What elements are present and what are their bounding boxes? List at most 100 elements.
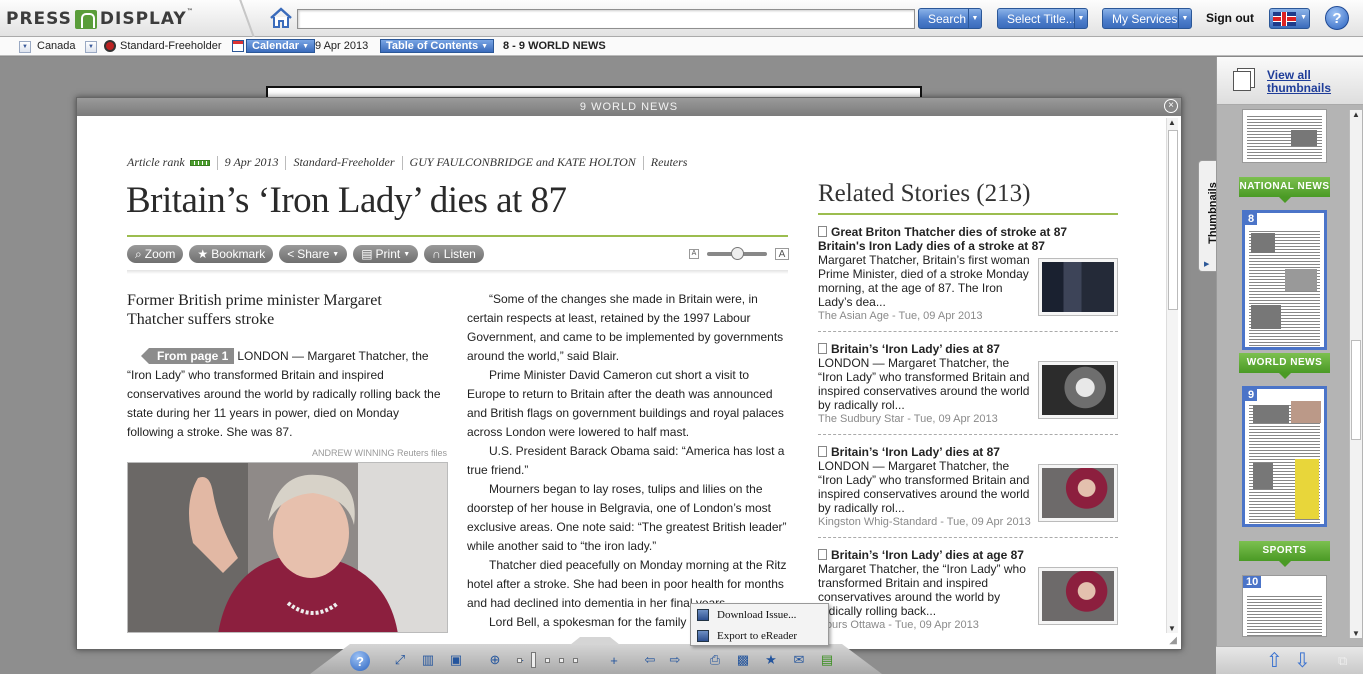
scroll-thumb[interactable]	[1168, 130, 1178, 310]
toolbar-divider	[232, 0, 262, 37]
my-services-button[interactable]: My Services ▼	[1102, 8, 1192, 29]
article-authors: GUY FAULCONBRIDGE and KATE HOLTON	[409, 155, 636, 169]
related-story-title[interactable]: Great Briton Thatcher dies of stroke at …	[818, 225, 1118, 239]
select-title-button[interactable]: Select Title... ▼	[997, 8, 1088, 29]
bookmark-button[interactable]: ★ Bookmark	[189, 245, 274, 263]
publication-dropdown-icon[interactable]: ▼	[85, 41, 97, 53]
resize-grip-icon[interactable]: ◢	[1169, 635, 1177, 646]
export-ereader-menu-item[interactable]: Export to eReader	[691, 625, 828, 646]
scroll-thumb[interactable]	[1351, 340, 1361, 440]
save-icon[interactable]: ▩	[733, 651, 753, 669]
thumbnail-scrollbar[interactable]: ▲ ▼	[1349, 110, 1362, 638]
chevron-down-icon[interactable]: ▼	[1074, 9, 1087, 28]
font-size-slider[interactable]	[707, 247, 767, 260]
related-story[interactable]: Great Briton Thatcher dies of stroke at …	[818, 225, 1118, 325]
article-photo[interactable]	[127, 462, 448, 633]
share-button[interactable]: < Share ▼	[279, 245, 348, 263]
article-date: 9 Apr 2013	[224, 155, 279, 169]
next-page-icon[interactable]: ⇨	[665, 651, 685, 669]
related-story-thumbnail[interactable]	[1038, 464, 1118, 522]
home-button[interactable]	[268, 5, 294, 31]
font-smaller-button[interactable]: A	[689, 249, 699, 259]
home-icon	[270, 7, 292, 28]
calendar-icon[interactable]	[232, 40, 244, 52]
logo-mark-icon	[74, 9, 97, 29]
country-dropdown-icon[interactable]: ▼	[19, 41, 31, 53]
scroll-up-icon[interactable]: ▲	[1168, 118, 1176, 127]
article-paragraph: Prime Minister David Cameron cut short a…	[467, 368, 784, 439]
related-story[interactable]: Britain’s ‘Iron Lady’ dies at age 87 Mar…	[818, 548, 1118, 648]
related-story-thumbnail[interactable]	[1038, 258, 1118, 316]
related-story-title-text: Britain’s ‘Iron Lady’ dies at 87	[831, 445, 1000, 459]
related-story-excerpt: Margaret Thatcher, Britain’s first woman…	[818, 253, 1030, 309]
top-toolbar: PRESS DISPLAY ™ Search ▼ Select Title...…	[0, 0, 1363, 37]
help-button[interactable]: ?	[1325, 6, 1349, 30]
section-label-national-news[interactable]: NATIONAL NEWS	[1239, 177, 1330, 203]
bookmark-star-icon[interactable]: ★	[761, 651, 781, 669]
previous-page-icon[interactable]: ⇦	[640, 651, 660, 669]
popout-icon[interactable]: ⧉	[1338, 652, 1347, 670]
download-issue-menu-item[interactable]: Download Issue...	[691, 604, 828, 625]
slider-handle[interactable]	[731, 247, 744, 260]
related-divider	[818, 213, 1118, 215]
chevron-down-icon[interactable]: ▼	[968, 9, 981, 28]
zoom-level-track[interactable]	[517, 652, 578, 668]
image-view-icon[interactable]: ▣	[446, 651, 466, 669]
zoom-button[interactable]: ⌕ Zoom	[127, 245, 184, 263]
related-story[interactable]: Britain’s ‘Iron Lady’ dies at 87 LONDON …	[818, 445, 1118, 545]
zoom-plus-icon[interactable]: +	[604, 651, 624, 669]
scroll-down-icon[interactable]: ▼	[1352, 629, 1360, 638]
printer-icon: ▤	[361, 247, 373, 261]
arrow-up-icon[interactable]: ⇧	[1266, 651, 1283, 671]
chevron-down-icon[interactable]: ▼	[1178, 9, 1191, 28]
related-story-title-text: Britain’s ‘Iron Lady’ dies at 87	[831, 342, 1000, 356]
arrow-down-icon[interactable]: ⇩	[1294, 651, 1311, 671]
page-thumbnail[interactable]: 10	[1242, 575, 1327, 637]
pressdisplay-logo[interactable]: PRESS DISPLAY ™	[6, 8, 194, 30]
country-label[interactable]: Canada	[37, 40, 76, 52]
related-story-title[interactable]: Britain’s ‘Iron Lady’ dies at age 87	[818, 548, 1118, 562]
zoom-in-icon[interactable]: ⊕	[485, 651, 505, 669]
document-icon	[818, 549, 827, 560]
scroll-down-icon[interactable]: ▼	[1168, 624, 1176, 633]
ereader-icon	[697, 629, 709, 642]
related-story-title[interactable]: Britain’s ‘Iron Lady’ dies at 87	[818, 445, 1118, 459]
article-modal: 9 WORLD NEWS × Article rank 9 Apr 2013 S…	[76, 97, 1182, 650]
print-icon[interactable]: ⎙	[705, 651, 725, 669]
logo-text-right: DISPLAY	[99, 9, 187, 29]
ereader-export-icon[interactable]: ▤	[817, 651, 837, 669]
article-scrollbar[interactable]: ▲ ▼	[1166, 118, 1178, 633]
page-thumbnail[interactable]	[1242, 109, 1327, 163]
print-button[interactable]: ▤ Print ▼	[353, 245, 419, 263]
listen-button[interactable]: ∩ Listen	[424, 245, 484, 263]
modal-title: 9 WORLD NEWS	[77, 98, 1181, 116]
fit-page-icon[interactable]: ⤢	[390, 651, 410, 669]
two-page-view-icon[interactable]: ▥	[418, 651, 438, 669]
language-selector[interactable]: ▼	[1269, 8, 1310, 29]
email-icon[interactable]: ✉	[789, 651, 809, 669]
font-larger-button[interactable]: A	[775, 248, 789, 260]
related-story[interactable]: Britain’s ‘Iron Lady’ dies at 87 LONDON …	[818, 342, 1118, 442]
page-thumbnail-selected[interactable]: 9	[1242, 386, 1327, 527]
download-issue-label: Download Issue...	[717, 608, 797, 621]
thumbnails-tab[interactable]: Thumbnails ▶	[1198, 160, 1219, 272]
section-label-sports[interactable]: SPORTS	[1239, 541, 1330, 567]
from-page-badge[interactable]: From page 1	[140, 348, 235, 364]
page-thumbnail-selected[interactable]: 8	[1242, 210, 1327, 350]
table-of-contents-button[interactable]: Table of Contents ▼	[380, 39, 495, 53]
related-story-title[interactable]: Britain’s ‘Iron Lady’ dies at 87	[818, 342, 1118, 356]
help-icon[interactable]: ?	[350, 651, 370, 671]
share-label: Share	[297, 247, 330, 261]
search-input[interactable]	[297, 9, 915, 29]
close-icon[interactable]: ×	[1164, 99, 1178, 113]
related-story-title-text: Great Briton Thatcher dies of stroke at …	[831, 225, 1068, 239]
section-label-world-news[interactable]: WORLD NEWS	[1239, 353, 1330, 379]
sign-out-link[interactable]: Sign out	[1206, 11, 1254, 25]
related-story-thumbnail[interactable]	[1038, 361, 1118, 419]
scroll-up-icon[interactable]: ▲	[1352, 110, 1360, 119]
calendar-button[interactable]: Calendar ▼	[246, 39, 316, 53]
publication-name[interactable]: Standard-Freeholder	[120, 40, 222, 52]
related-story-thumbnail[interactable]	[1038, 567, 1118, 625]
view-all-thumbnails-link[interactable]: View all thumbnails	[1267, 69, 1363, 95]
search-button[interactable]: Search ▼	[918, 8, 982, 29]
